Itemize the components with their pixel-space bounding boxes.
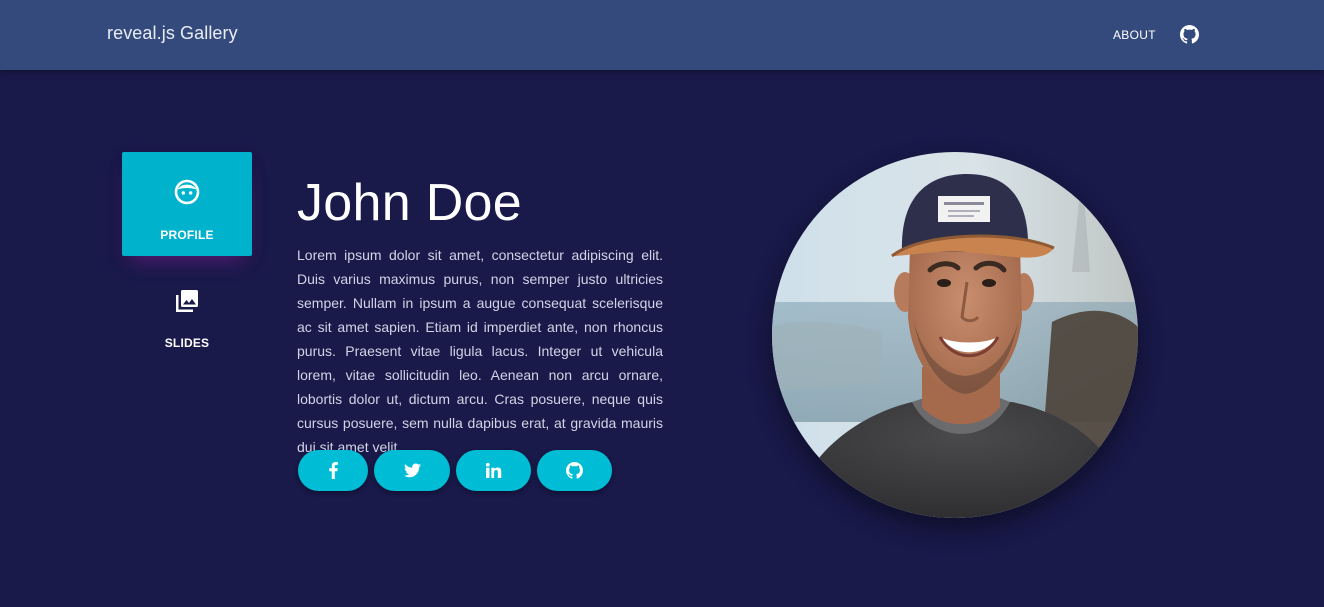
facebook-button[interactable] bbox=[298, 450, 368, 491]
tab-slides-label: SLIDES bbox=[164, 336, 210, 350]
tab-profile-label: PROFILE bbox=[160, 228, 214, 242]
face-icon bbox=[174, 179, 200, 205]
nav-about-link[interactable]: ABOUT bbox=[1113, 28, 1156, 42]
twitter-button[interactable] bbox=[374, 450, 450, 491]
navbar: reveal.js Gallery ABOUT bbox=[0, 0, 1324, 70]
tab-slides[interactable]: SLIDES bbox=[122, 280, 252, 355]
github-icon[interactable] bbox=[1180, 25, 1199, 44]
main-content: PROFILE SLIDES John Doe Lorem ipsum dolo… bbox=[0, 70, 1324, 607]
twitter-icon bbox=[404, 463, 421, 478]
photo-library-icon bbox=[174, 288, 200, 314]
facebook-icon bbox=[329, 462, 338, 479]
github-button[interactable] bbox=[537, 450, 612, 491]
brand-link[interactable]: reveal.js Gallery bbox=[107, 23, 238, 44]
tab-profile[interactable]: PROFILE bbox=[122, 152, 252, 256]
linkedin-icon bbox=[485, 462, 502, 478]
profile-avatar bbox=[772, 152, 1138, 518]
profile-bio: Lorem ipsum dolor sit amet, consectetur … bbox=[297, 247, 663, 455]
github-icon bbox=[566, 462, 583, 479]
profile-name: John Doe bbox=[297, 174, 522, 232]
linkedin-button[interactable] bbox=[456, 450, 531, 491]
